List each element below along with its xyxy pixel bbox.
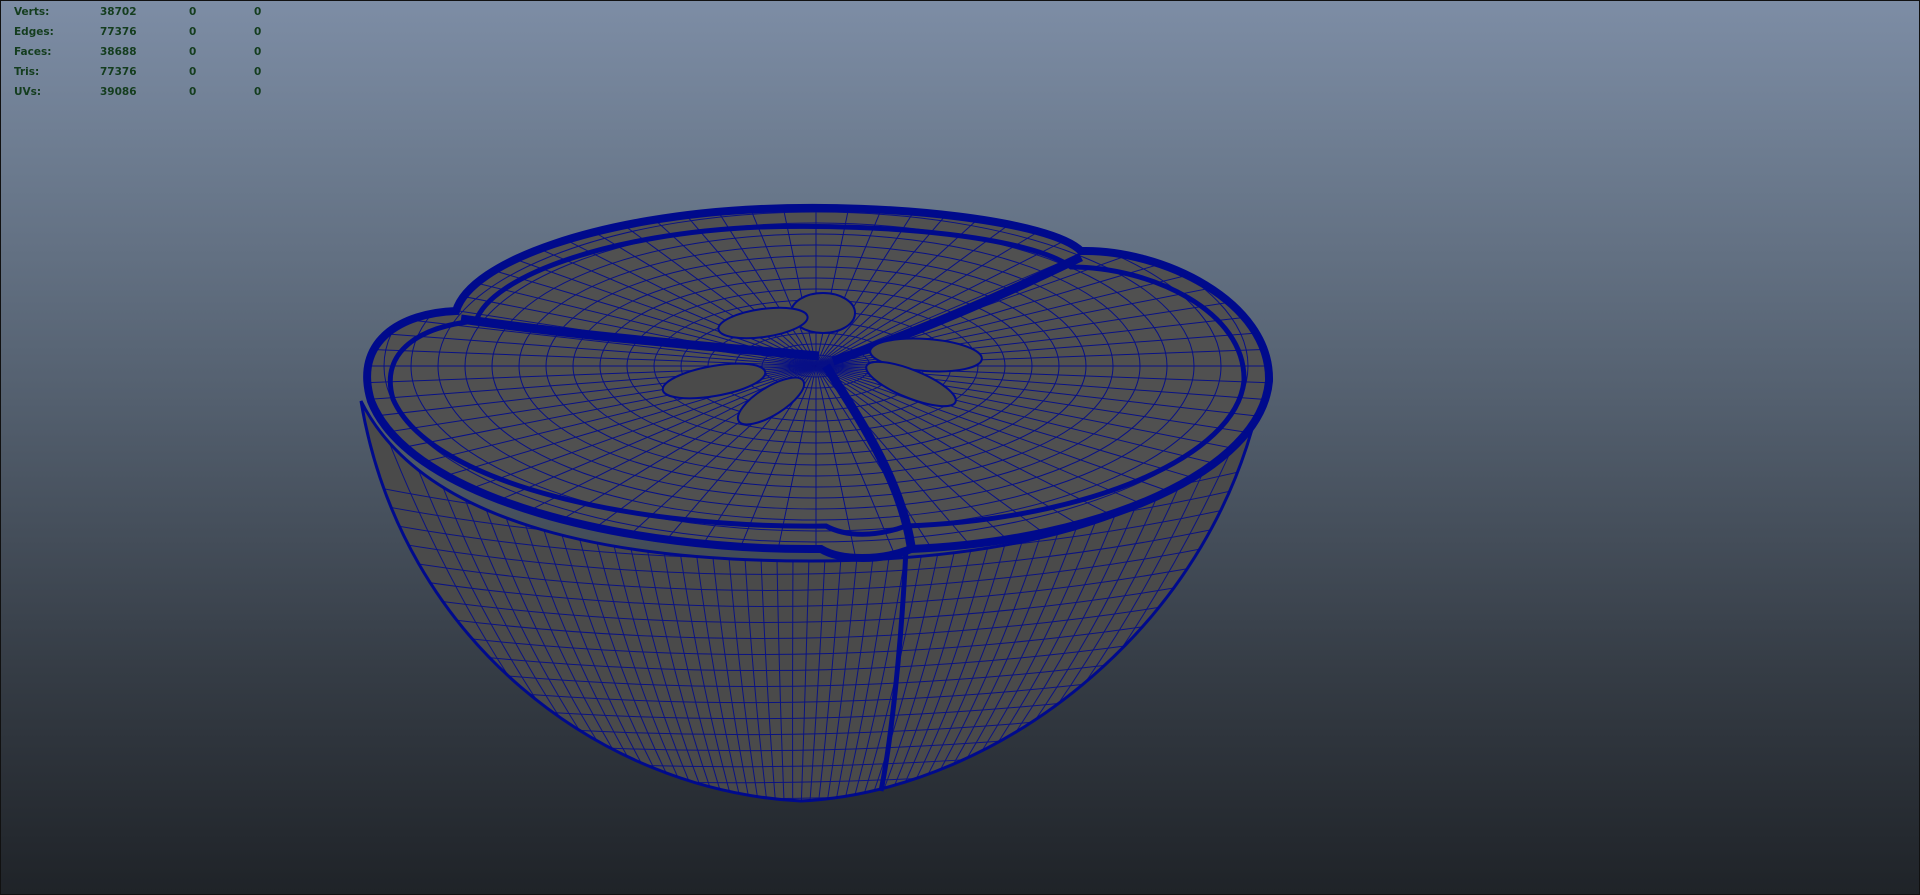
half-citrus-wireframe-mesh[interactable] bbox=[1, 1, 1920, 895]
3d-viewport[interactable]: Verts: 38702 0 0 Edges: 77376 0 0 Faces:… bbox=[0, 0, 1920, 895]
